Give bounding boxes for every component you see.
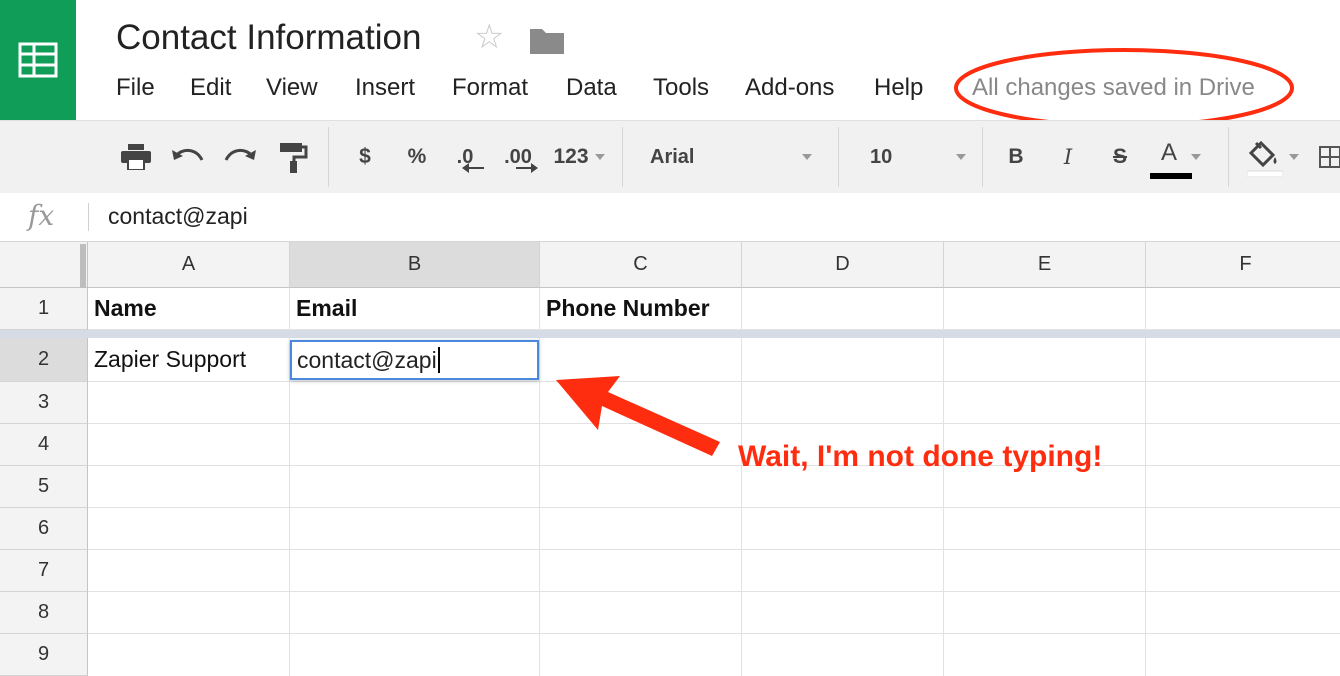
formula-input[interactable]: contact@zapi (108, 203, 248, 230)
arrow-right-icon (516, 163, 538, 173)
column-header-a[interactable]: A (88, 242, 290, 288)
row-header-9[interactable]: 9 (0, 634, 88, 676)
document-title[interactable]: Contact Information (116, 18, 421, 58)
more-formats-button[interactable]: 123 (548, 121, 610, 193)
chevron-down-icon (1191, 154, 1201, 160)
more-formats-label: 123 (553, 145, 589, 168)
chevron-down-icon (1289, 154, 1299, 160)
menu-file[interactable]: File (116, 74, 155, 102)
currency-button[interactable]: $ (350, 121, 380, 193)
cell-e2[interactable] (944, 338, 1146, 382)
font-family-select[interactable]: Arial (636, 121, 826, 193)
cell-a2[interactable]: Zapier Support (88, 338, 290, 382)
strikethrough-button[interactable]: S (1104, 121, 1136, 193)
increase-decimal-button[interactable]: .00 (498, 121, 538, 193)
paint-format-icon[interactable] (276, 121, 312, 193)
font-size-select[interactable]: 10 (858, 121, 978, 193)
menu-format[interactable]: Format (452, 74, 528, 102)
cell-e1[interactable] (944, 288, 1146, 330)
cell-f1[interactable] (1146, 288, 1340, 330)
menu-help[interactable]: Help (874, 74, 923, 102)
print-icon[interactable] (118, 121, 154, 193)
chevron-down-icon (956, 154, 966, 160)
row-header-1[interactable]: 1 (0, 288, 88, 330)
row-header-8[interactable]: 8 (0, 592, 88, 634)
borders-icon[interactable] (1316, 121, 1340, 193)
menu-data[interactable]: Data (566, 74, 617, 102)
column-header-d[interactable]: D (742, 242, 944, 288)
row-header-2[interactable]: 2 (0, 338, 88, 382)
font-family-value: Arial (650, 145, 695, 168)
italic-button[interactable]: I (1052, 121, 1084, 193)
toolbar: $ % .0 .00 123 Arial 10 B I S A (0, 120, 1340, 194)
decrease-decimal-button[interactable]: .0 (448, 121, 484, 193)
formula-bar: fx contact@zapi (0, 193, 1340, 242)
arrow-left-icon (462, 163, 484, 173)
column-header-f[interactable]: F (1146, 242, 1340, 288)
text-color-button[interactable]: A (1148, 121, 1214, 193)
annotation-arrow (556, 376, 720, 456)
row-header-4[interactable]: 4 (0, 424, 88, 466)
cell-c1[interactable]: Phone Number (540, 288, 742, 330)
column-header-c[interactable]: C (540, 242, 742, 288)
undo-icon[interactable] (170, 121, 206, 193)
chevron-down-icon (802, 154, 812, 160)
active-cell-editor[interactable]: contact@zapi (290, 340, 539, 380)
folder-icon[interactable] (530, 26, 564, 59)
text-color-swatch (1150, 173, 1192, 179)
star-icon[interactable]: ☆ (474, 20, 504, 54)
freeze-handle[interactable] (80, 244, 86, 288)
fx-icon: fx (28, 199, 55, 232)
cell-b1[interactable]: Email (290, 288, 540, 330)
font-size-value: 10 (870, 145, 893, 168)
column-header-e[interactable]: E (944, 242, 1146, 288)
sheets-icon (18, 42, 58, 78)
formula-divider (88, 203, 89, 231)
cell-f2[interactable] (1146, 338, 1340, 382)
bold-button[interactable]: B (1000, 121, 1032, 193)
fill-color-icon (1247, 140, 1283, 177)
row-header-6[interactable]: 6 (0, 508, 88, 550)
menu-view[interactable]: View (266, 74, 318, 102)
text-cursor (437, 347, 440, 373)
chevron-down-icon (594, 154, 605, 160)
fill-color-button[interactable] (1240, 121, 1306, 193)
select-all-corner[interactable] (0, 242, 88, 288)
cell-a1[interactable]: Name (88, 288, 290, 330)
menu-insert[interactable]: Insert (355, 74, 415, 102)
row-header-7[interactable]: 7 (0, 550, 88, 592)
column-header-b[interactable]: B (290, 242, 540, 288)
menu-edit[interactable]: Edit (190, 74, 231, 102)
percent-button[interactable]: % (400, 121, 434, 193)
redo-icon[interactable] (222, 121, 258, 193)
cell-d2[interactable] (742, 338, 944, 382)
row-header-3[interactable]: 3 (0, 382, 88, 424)
text-color-label: A (1160, 139, 1177, 166)
row-header-5[interactable]: 5 (0, 466, 88, 508)
frozen-row-divider[interactable] (0, 330, 1340, 338)
sheets-logo[interactable] (0, 0, 76, 120)
active-cell-text: contact@zapi (297, 346, 437, 373)
menu-tools[interactable]: Tools (653, 74, 709, 102)
menu-add-ons[interactable]: Add-ons (745, 74, 834, 102)
cell-d1[interactable] (742, 288, 944, 330)
annotation-text: Wait, I'm not done typing! (738, 440, 1103, 473)
